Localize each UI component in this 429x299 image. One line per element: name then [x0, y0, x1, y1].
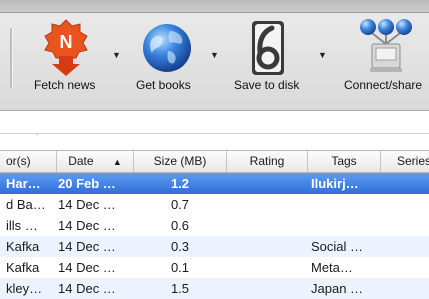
- series-cell: [381, 236, 429, 257]
- date-cell: 14 Dec …: [58, 239, 116, 254]
- column-header-label: Size (MB): [153, 154, 207, 168]
- get-books-label: Get books: [136, 78, 191, 92]
- size-cell: 1.2: [170, 176, 190, 191]
- column-header-label: Date: [68, 154, 94, 168]
- table-row[interactable]: Har… 20 Feb … 1.2 Ilukirj…: [0, 173, 429, 194]
- author-cell: d Ba…: [6, 197, 46, 212]
- size-cell: 1.5: [170, 281, 190, 296]
- column-header-label: Rating: [249, 154, 285, 168]
- column-header-series[interactable]: Series: [381, 151, 429, 172]
- splitter-handle[interactable]: ◦: [36, 130, 39, 139]
- table-row[interactable]: kley… 14 Dec … 1.5 Japan …: [0, 278, 429, 299]
- column-header-rating[interactable]: Rating: [227, 151, 308, 172]
- date-cell: 14 Dec …: [58, 260, 116, 275]
- title-strip: [0, 0, 429, 13]
- author-cell: Har…: [6, 176, 41, 191]
- series-cell: [381, 278, 429, 299]
- connect-share-button[interactable]: Connect/share: [342, 18, 429, 102]
- tags-cell: Ilukirj…: [311, 176, 359, 191]
- tags-cell: Japan …: [311, 281, 364, 296]
- save-to-disk-label: Save to disk: [234, 78, 300, 92]
- author-cell: Kafka: [6, 239, 40, 254]
- column-header-date[interactable]: Date ▲: [57, 151, 134, 172]
- column-header-label: Series: [397, 154, 429, 168]
- date-cell: 20 Feb …: [58, 176, 116, 191]
- size-cell: 0.6: [170, 218, 190, 233]
- globe-icon: [140, 21, 194, 78]
- connect-share-label: Connect/share: [344, 78, 423, 92]
- table-row[interactable]: d Ba… 14 Dec … 0.7: [0, 194, 429, 215]
- table-row[interactable]: ills … 14 Dec … 0.6: [0, 215, 429, 236]
- rating-cell: [227, 194, 307, 215]
- author-cell: kley…: [6, 281, 43, 296]
- rating-cell: [227, 173, 307, 194]
- series-cell: [381, 257, 429, 278]
- get-books-menu-arrow[interactable]: ▼: [210, 50, 219, 60]
- table-header: or(s) Date ▲ Size (MB) Rating Tags Serie…: [0, 150, 429, 173]
- rating-cell: [227, 257, 307, 278]
- column-header-tags[interactable]: Tags: [308, 151, 381, 172]
- size-cell: 0.3: [170, 239, 190, 254]
- splitter-line[interactable]: [0, 133, 429, 134]
- get-books-button[interactable]: ▼ Get books: [134, 18, 224, 102]
- table-row[interactable]: Kafka 14 Dec … 0.3 Social …: [0, 236, 429, 257]
- author-cell: Kafka: [6, 260, 40, 275]
- save-to-disk-menu-arrow[interactable]: ▼: [318, 50, 327, 60]
- date-cell: 14 Dec …: [58, 197, 116, 212]
- series-cell: [381, 215, 429, 236]
- column-header-authors[interactable]: or(s): [0, 151, 57, 172]
- rating-cell: [227, 278, 307, 299]
- tag-browser-gap: [0, 111, 429, 149]
- tags-cell: [311, 194, 379, 215]
- main-toolbar: N ▼ Fetch news ▼ Get books ▼ Save to dis…: [0, 0, 429, 111]
- column-header-size[interactable]: Size (MB): [134, 151, 227, 172]
- date-cell: 14 Dec …: [58, 218, 116, 233]
- network-icon: [358, 18, 414, 79]
- tags-cell: Meta…: [311, 260, 353, 275]
- date-cell: 14 Dec …: [58, 281, 116, 296]
- size-cell: 0.7: [170, 197, 190, 212]
- author-cell: ills …: [6, 218, 38, 233]
- sort-ascending-icon: ▲: [112, 157, 122, 167]
- tags-cell: [311, 215, 379, 236]
- fetch-badge-letter: N: [60, 32, 73, 52]
- fetch-news-button[interactable]: N ▼ Fetch news: [30, 18, 121, 102]
- table-row[interactable]: Kafka 14 Dec … 0.1 Meta…: [0, 257, 429, 278]
- rating-cell: [227, 215, 307, 236]
- fetch-news-label: Fetch news: [34, 78, 96, 92]
- column-header-label: or(s): [6, 154, 31, 168]
- save-to-disk-button[interactable]: ▼ Save to disk: [230, 18, 327, 102]
- rating-cell: [227, 236, 307, 257]
- series-cell: [381, 194, 429, 215]
- size-cell: 0.1: [170, 260, 190, 275]
- column-header-label: Tags: [331, 154, 357, 168]
- series-cell: [381, 173, 429, 194]
- fetch-news-menu-arrow[interactable]: ▼: [112, 50, 121, 60]
- disk-icon: [250, 20, 286, 79]
- news-shield-icon: N: [42, 18, 90, 79]
- tags-cell: Social …: [311, 239, 364, 254]
- toolbar-divider: [10, 28, 13, 88]
